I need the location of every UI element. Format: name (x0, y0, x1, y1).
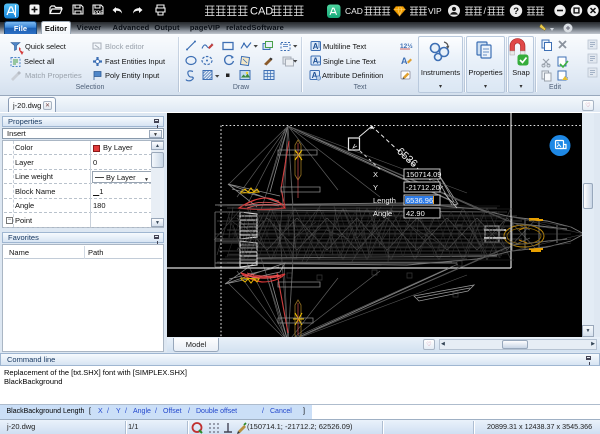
svg-text:6536.96: 6536.96 (406, 196, 433, 205)
svg-text:Angle: Angle (373, 209, 392, 218)
svg-text:-21712.20: -21712.20 (406, 183, 440, 192)
svg-text:X: X (373, 170, 378, 179)
svg-text:150714.09: 150714.09 (406, 170, 441, 179)
svg-text:A: A (313, 42, 319, 51)
svg-text:A: A (401, 56, 408, 66)
svg-text:Y: Y (373, 183, 378, 192)
svg-text:!: ! (567, 76, 568, 81)
svg-text:42.90: 42.90 (406, 209, 425, 218)
svg-text:A: A (313, 57, 319, 66)
svg-text:6536: 6536 (394, 145, 420, 170)
svg-text:Length: Length (373, 196, 396, 205)
